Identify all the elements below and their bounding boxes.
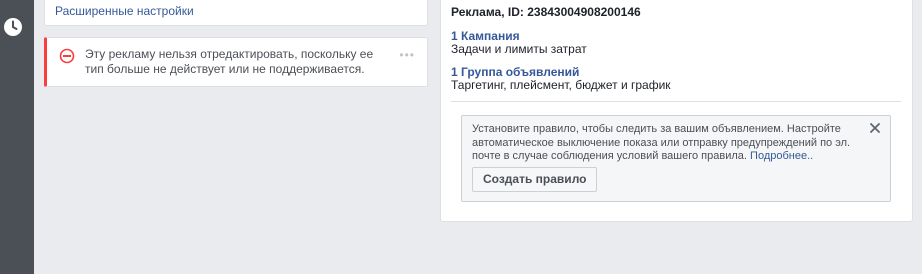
clock-icon[interactable] [3,17,23,37]
left-rail [0,0,34,274]
more-options-icon[interactable]: ••• [399,48,415,62]
advanced-settings-card: Расширенные настройки [44,0,428,26]
campaign-link[interactable]: 1 Кампания [451,29,520,43]
ad-set-link[interactable]: 1 Группа объявлений [451,65,579,79]
ad-summary-card: Реклама, ID: 23843004908200146 1 Кампани… [440,0,913,222]
learn-more-link[interactable]: Подробнее.. [750,150,813,162]
advanced-settings-link[interactable]: Расширенные настройки [55,4,194,18]
rule-suggestion-text: Установите правило, чтобы следить за ваш… [472,123,852,164]
ad-set-description: Таргетинг, плейсмент, бюджет и график [451,78,671,92]
divider [451,101,901,102]
campaign-description: Задачи и лимиты затрат [451,42,587,56]
edit-error-notice: Эту рекламу нельзя отредактировать, поск… [44,37,428,87]
blocked-icon [59,48,75,64]
error-message: Эту рекламу нельзя отредактировать, поск… [85,47,374,76]
ad-id-label: Реклама, ID: 23843004908200146 [451,5,641,19]
rule-suggestion-box: Установите правило, чтобы следить за ваш… [461,115,891,202]
close-icon[interactable] [869,122,881,134]
create-rule-button[interactable]: Создать правило [472,167,598,192]
